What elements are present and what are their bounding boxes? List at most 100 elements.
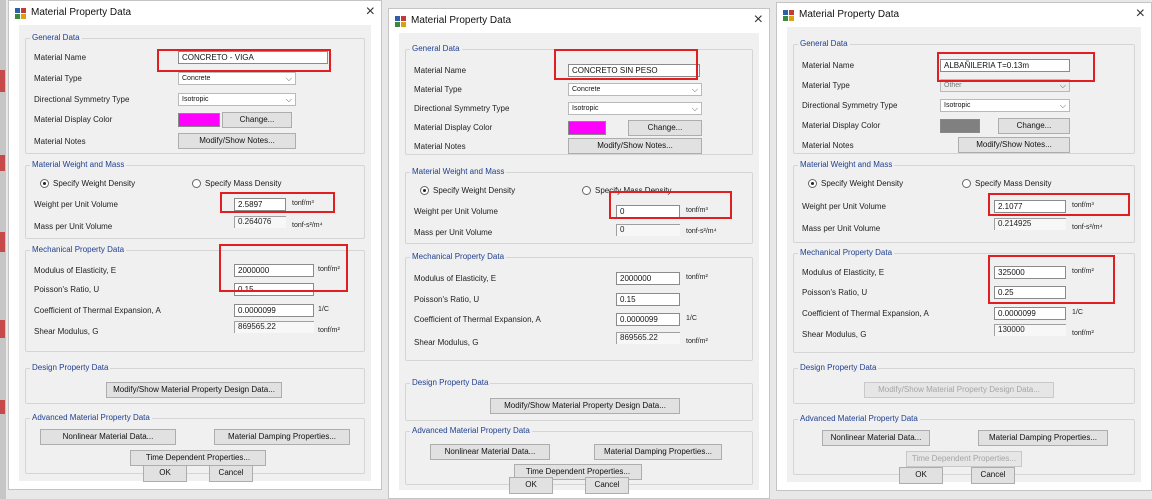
design-property-group: Design Property Data Modify/Show Materia… bbox=[793, 363, 1135, 404]
group-title: Material Weight and Mass bbox=[798, 160, 895, 169]
weight-per-volume-label: Weight per Unit Volume bbox=[34, 200, 118, 209]
shear-modulus-value: 869565.22 bbox=[616, 332, 680, 344]
material-name-input[interactable]: ALBAÑILERIA T=0.13m bbox=[940, 59, 1070, 72]
weight-per-volume-input[interactable]: 2.1077 bbox=[994, 200, 1066, 213]
damping-properties-button[interactable]: Material Damping Properties... bbox=[594, 444, 722, 460]
ok-button[interactable]: OK bbox=[509, 477, 553, 494]
thermal-input[interactable]: 0.0000099 bbox=[234, 304, 314, 317]
chevron-down-icon: ⌵ bbox=[285, 74, 292, 83]
poisson-input[interactable]: 0.15 bbox=[616, 293, 680, 306]
shear-modulus-value: 130000 bbox=[994, 324, 1066, 336]
modulus-input[interactable]: 325000 bbox=[994, 266, 1066, 279]
radio-mass-density[interactable]: Specify Mass Density bbox=[962, 179, 1051, 188]
display-color-swatch bbox=[568, 121, 606, 135]
app-icon bbox=[783, 10, 794, 21]
window-title: Material Property Data bbox=[799, 9, 900, 20]
material-type-select[interactable]: Other ⌵ bbox=[940, 79, 1070, 92]
design-data-button[interactable]: Modify/Show Material Property Design Dat… bbox=[864, 382, 1054, 398]
weight-per-volume-label: Weight per Unit Volume bbox=[414, 207, 498, 216]
material-name-input[interactable]: CONCRETO SIN PESO bbox=[568, 64, 700, 77]
modulus-label: Modulus of Elasticity, E bbox=[802, 268, 885, 277]
chevron-down-icon: ⌵ bbox=[1059, 101, 1066, 110]
background-window-edge bbox=[0, 0, 6, 499]
damping-properties-button[interactable]: Material Damping Properties... bbox=[214, 429, 350, 445]
poisson-input[interactable]: 0.25 bbox=[994, 286, 1066, 299]
weight-per-volume-input[interactable]: 2.5897 bbox=[234, 198, 286, 211]
close-icon[interactable]: × bbox=[754, 11, 763, 29]
shear-modulus-unit: tonf/m² bbox=[686, 338, 708, 345]
time-dependent-button[interactable]: Time Dependent Properties... bbox=[906, 451, 1022, 467]
close-icon[interactable]: × bbox=[366, 3, 375, 21]
symmetry-type-select[interactable]: Isotropic ⌵ bbox=[940, 99, 1070, 112]
modify-notes-button[interactable]: Modify/Show Notes... bbox=[958, 137, 1070, 153]
group-title: Design Property Data bbox=[798, 363, 879, 372]
dialog-body: General Data Material Name CONCRETO SIN … bbox=[399, 33, 759, 494]
display-color-swatch bbox=[178, 113, 220, 127]
shear-modulus-unit: tonf/m² bbox=[1072, 330, 1094, 337]
poisson-label: Poisson's Ratio, U bbox=[34, 285, 100, 294]
radio-mass-label: Specify Mass Density bbox=[975, 179, 1052, 188]
group-title: Advanced Material Property Data bbox=[30, 413, 152, 422]
material-type-label: Material Type bbox=[414, 85, 462, 94]
material-type-select[interactable]: Concrete ⌵ bbox=[568, 83, 702, 96]
modulus-unit: tonf/m² bbox=[1072, 268, 1094, 275]
mass-unit: tonf-s²/m⁴ bbox=[686, 228, 717, 235]
radio-mass-density[interactable]: Specify Mass Density bbox=[582, 186, 671, 195]
group-title: Mechanical Property Data bbox=[798, 248, 895, 257]
poisson-input[interactable]: 0.15 bbox=[234, 283, 314, 296]
title-bar: Material Property Data × bbox=[389, 9, 769, 33]
advanced-property-group: Advanced Material Property Data Nonlinea… bbox=[25, 413, 365, 474]
shear-modulus-label: Shear Modulus, G bbox=[414, 338, 479, 347]
nonlinear-data-button[interactable]: Nonlinear Material Data... bbox=[430, 444, 550, 460]
poisson-label: Poisson's Ratio, U bbox=[414, 295, 480, 304]
change-color-button[interactable]: Change... bbox=[628, 120, 702, 136]
shear-modulus-value: 869565.22 bbox=[234, 321, 314, 333]
time-dependent-button[interactable]: Time Dependent Properties... bbox=[130, 450, 266, 466]
design-data-button[interactable]: Modify/Show Material Property Design Dat… bbox=[490, 398, 680, 414]
weight-unit: tonf/m³ bbox=[686, 207, 708, 214]
ok-button[interactable]: OK bbox=[899, 467, 943, 484]
radio-weight-density[interactable]: Specify Weight Density bbox=[40, 179, 135, 188]
title-bar: Material Property Data × bbox=[777, 3, 1151, 27]
close-icon[interactable]: × bbox=[1136, 5, 1145, 23]
weight-per-volume-input[interactable]: 0 bbox=[616, 205, 680, 218]
cancel-button[interactable]: Cancel bbox=[209, 465, 253, 482]
weight-unit: tonf/m³ bbox=[292, 200, 314, 207]
thermal-input[interactable]: 0.0000099 bbox=[616, 313, 680, 326]
material-property-dialog-sin-peso: Material Property Data × General Data Ma… bbox=[388, 8, 770, 499]
group-title: General Data bbox=[30, 33, 82, 42]
damping-properties-button[interactable]: Material Damping Properties... bbox=[978, 430, 1108, 446]
group-title: Design Property Data bbox=[30, 363, 111, 372]
material-type-label: Material Type bbox=[802, 81, 850, 90]
modulus-unit: tonf/m² bbox=[686, 274, 708, 281]
weight-mass-group: Material Weight and Mass Specify Weight … bbox=[793, 160, 1135, 243]
radio-unselected-icon bbox=[582, 186, 591, 195]
material-type-select[interactable]: Concrete ⌵ bbox=[178, 72, 296, 85]
radio-weight-density[interactable]: Specify Weight Density bbox=[420, 186, 515, 195]
cancel-button[interactable]: Cancel bbox=[971, 467, 1015, 484]
general-data-group: General Data Material Name CONCRETO SIN … bbox=[405, 44, 753, 155]
modulus-input[interactable]: 2000000 bbox=[234, 264, 314, 277]
dialog-body: General Data Material Name CONCRETO - VI… bbox=[19, 25, 371, 482]
modify-notes-button[interactable]: Modify/Show Notes... bbox=[178, 133, 296, 149]
symmetry-type-label: Directional Symmetry Type bbox=[802, 101, 898, 110]
mechanical-property-group: Mechanical Property Data Modulus of Elas… bbox=[405, 252, 753, 361]
symmetry-type-select[interactable]: Isotropic ⌵ bbox=[568, 102, 702, 115]
thermal-input[interactable]: 0.0000099 bbox=[994, 307, 1066, 320]
nonlinear-data-button[interactable]: Nonlinear Material Data... bbox=[40, 429, 176, 445]
cancel-button[interactable]: Cancel bbox=[585, 477, 629, 494]
change-color-button[interactable]: Change... bbox=[222, 112, 292, 128]
material-name-input[interactable]: CONCRETO - VIGA bbox=[178, 51, 328, 64]
weight-mass-group: Material Weight and Mass Specify Weight … bbox=[405, 167, 753, 244]
modify-notes-button[interactable]: Modify/Show Notes... bbox=[568, 138, 702, 154]
symmetry-type-select[interactable]: Isotropic ⌵ bbox=[178, 93, 296, 106]
design-data-button[interactable]: Modify/Show Material Property Design Dat… bbox=[106, 382, 282, 398]
weight-mass-group: Material Weight and Mass Specify Weight … bbox=[25, 160, 365, 239]
modulus-input[interactable]: 2000000 bbox=[616, 272, 680, 285]
radio-mass-density[interactable]: Specify Mass Density bbox=[192, 179, 281, 188]
ok-button[interactable]: OK bbox=[143, 465, 187, 482]
radio-weight-density[interactable]: Specify Weight Density bbox=[808, 179, 903, 188]
nonlinear-data-button[interactable]: Nonlinear Material Data... bbox=[822, 430, 930, 446]
change-color-button[interactable]: Change... bbox=[998, 118, 1070, 134]
general-data-group: General Data Material Name ALBAÑILERIA T… bbox=[793, 39, 1135, 154]
